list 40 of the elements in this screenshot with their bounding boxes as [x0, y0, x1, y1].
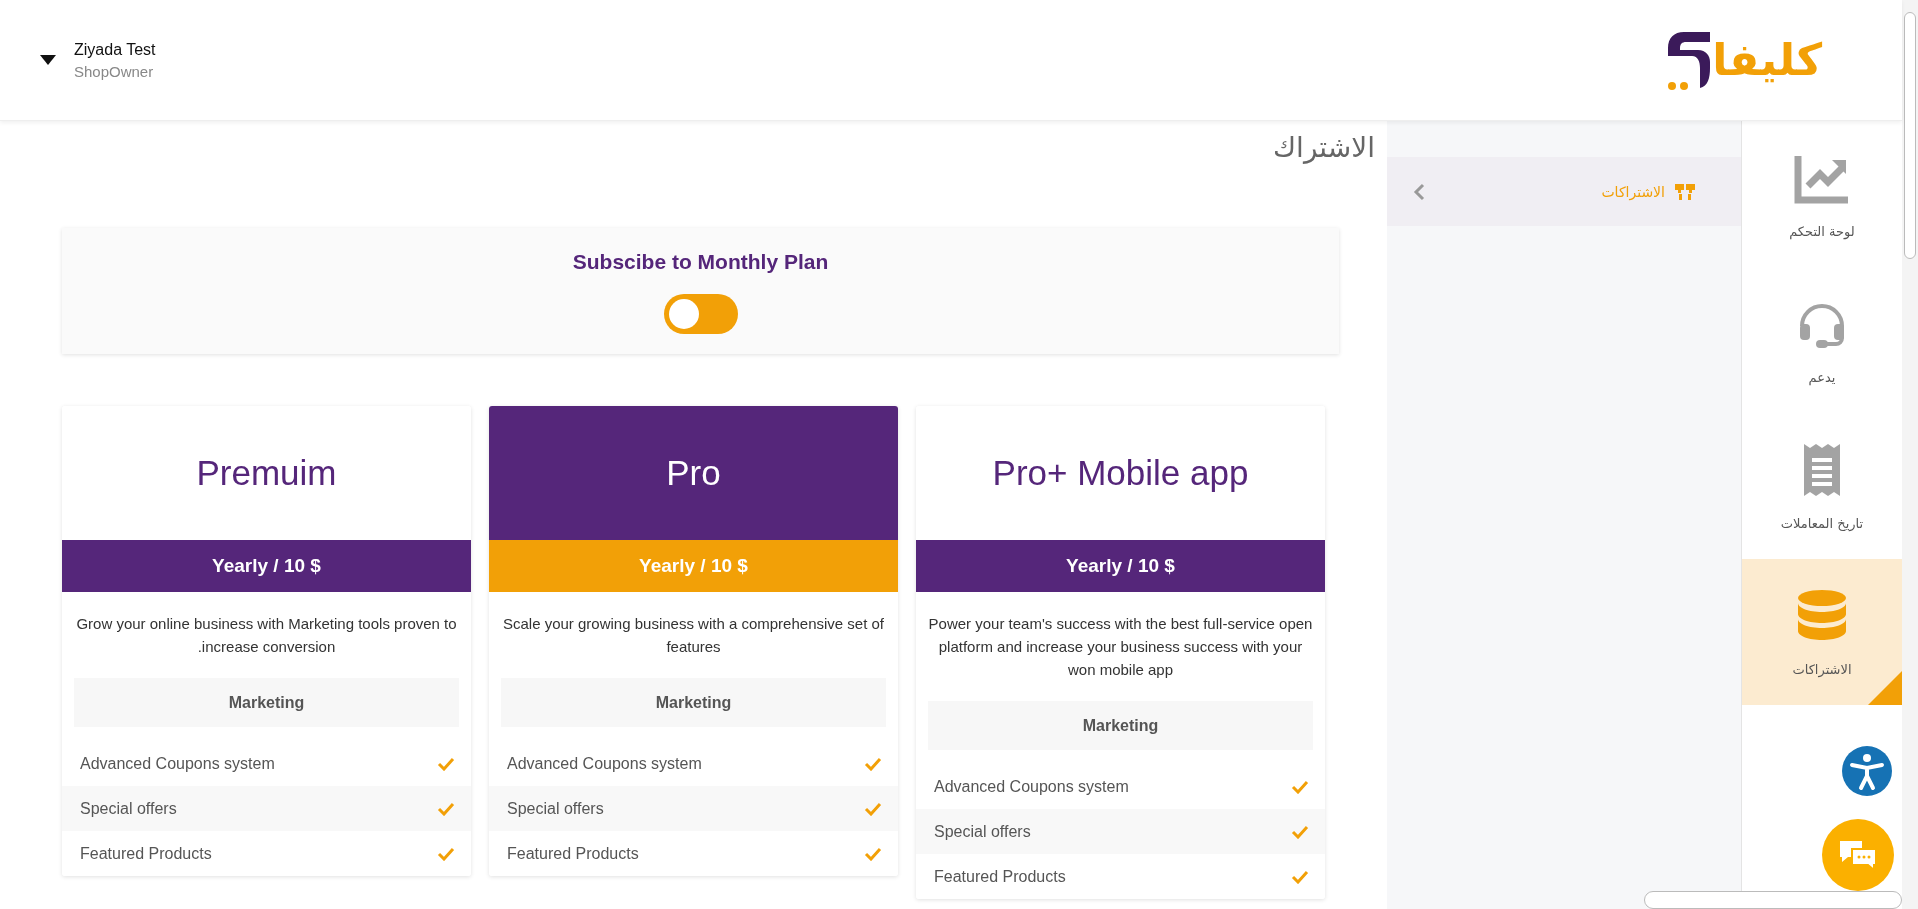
- feature-section-heading: Marketing: [928, 701, 1313, 750]
- horizontal-scrollbar[interactable]: [1644, 891, 1902, 909]
- blocks-icon: [1675, 183, 1695, 200]
- plan-name: Pro: [666, 453, 721, 493]
- sidebar-label: يدعم: [1808, 369, 1836, 385]
- plan-price: Yearly / 10 $: [489, 540, 898, 592]
- sidebar-label: تاريخ المعاملات: [1780, 515, 1864, 531]
- plan-description: Power your team's success with the best full-service open platform and increase your business success with your won mobile app: [927, 614, 1314, 680]
- feature-section-heading: Marketing: [501, 678, 886, 727]
- chevron-left-icon[interactable]: [1413, 182, 1425, 201]
- feature-section-heading: Marketing: [74, 678, 459, 727]
- monthly-plan-label: Subscibe to Monthly Plan: [572, 250, 829, 274]
- plan-name: Pro+ Mobile app: [992, 453, 1249, 493]
- sidebar-label: الاشتراكات: [1792, 661, 1852, 677]
- submenu-label: الاشتراكات: [1601, 183, 1665, 200]
- plan-name: Premuim: [196, 453, 337, 493]
- feature-label: Advanced Coupons system: [80, 754, 275, 773]
- sidebar-label: لوحة التحكم: [1789, 223, 1855, 239]
- page-title: الاشتراك: [1273, 131, 1375, 164]
- feature-label: Special offers: [507, 799, 604, 818]
- feature-label: Featured Products: [80, 844, 212, 863]
- plan-description: Grow your online business with Marketing tools proven to .increase conversion: [75, 614, 458, 657]
- feature-label: Featured Products: [507, 844, 639, 863]
- plan-price: Yearly / 10 $: [916, 540, 1325, 592]
- accessibility-button[interactable]: [1842, 746, 1892, 796]
- feature-label: Advanced Coupons system: [934, 777, 1129, 796]
- user-role: ShopOwner: [74, 62, 155, 80]
- dropdown-caret-icon[interactable]: [40, 55, 56, 65]
- feature-label: Special offers: [934, 822, 1031, 841]
- feature-label: Special offers: [80, 799, 177, 818]
- monthly-plan-switch[interactable]: [663, 294, 738, 334]
- feature-label: Featured Products: [934, 867, 1066, 886]
- plan-price: Yearly / 10 $: [62, 540, 471, 592]
- sidebar-item[interactable]: الاشتراكات: [1742, 559, 1902, 705]
- chat-button[interactable]: [1822, 819, 1894, 891]
- user-name: Ziyada Test: [74, 40, 156, 59]
- plan-description: Scale your growing business with a comprehensive set of features: [502, 614, 885, 657]
- corner-triangle-icon: [1868, 671, 1902, 705]
- feature-label: Advanced Coupons system: [507, 754, 702, 773]
- scrollbar-thumb[interactable]: [1904, 12, 1916, 259]
